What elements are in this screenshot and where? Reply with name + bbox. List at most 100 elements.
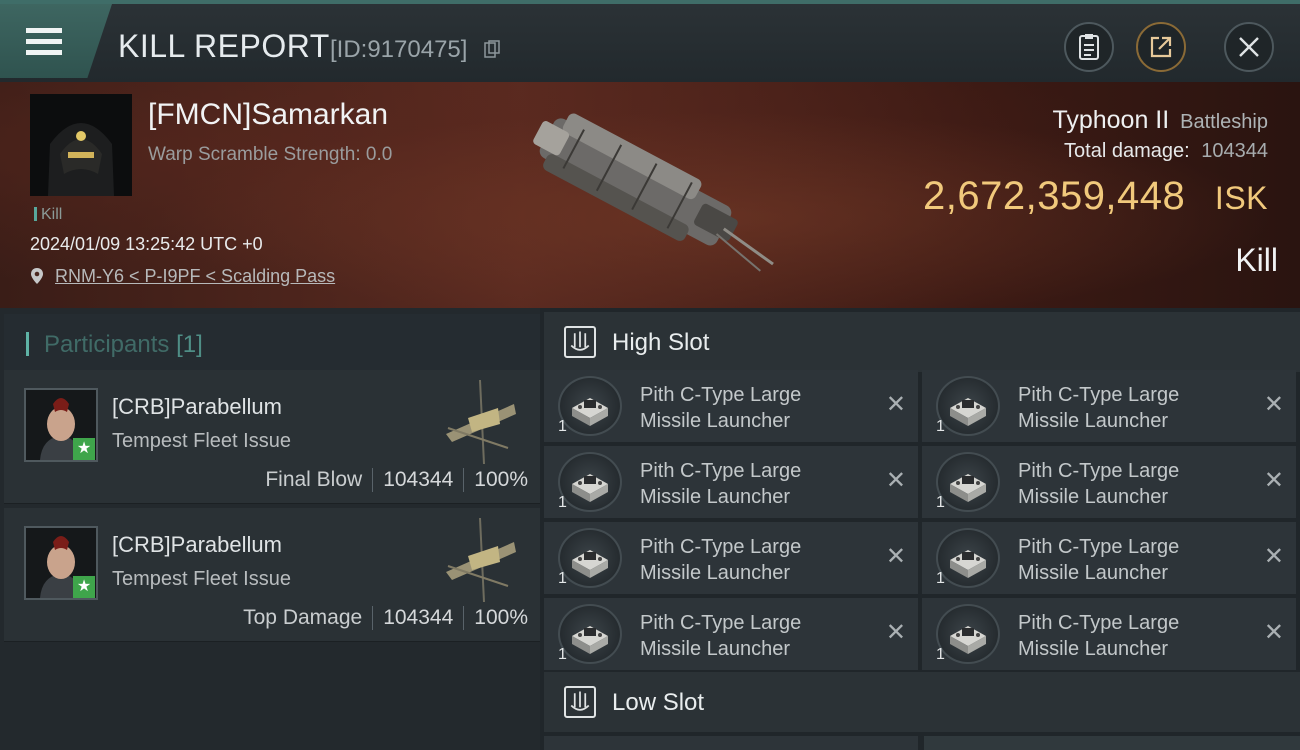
module-name-line1: Pith C-Type Large xyxy=(1018,384,1180,406)
low-slot-header: Low Slot xyxy=(544,672,1300,732)
missile-launcher-icon xyxy=(936,604,1000,664)
missile-launcher-icon xyxy=(936,452,1000,512)
participants-panel: Participants [1] ★ [CRB]Parabellum Tempe… xyxy=(0,308,540,750)
low-slot-icon xyxy=(564,686,596,718)
module-name-line2: Missile Launcher xyxy=(640,638,791,660)
module-card[interactable]: 1 Pith C-Type Large Missile Launcher ✕ xyxy=(544,522,918,594)
clipboard-button[interactable] xyxy=(1064,22,1114,72)
high-slot-title: High Slot xyxy=(612,329,710,356)
module-card[interactable]: 1 Pith C-Type Large Missile Launcher ✕ xyxy=(922,522,1296,594)
module-name: Pith C-Type Large Missile Launcher xyxy=(640,610,870,662)
victim-avatar-icon xyxy=(30,94,132,196)
top-bar: KILL REPORT [ID:9170475] xyxy=(0,0,1300,82)
module-name-line2: Missile Launcher xyxy=(1018,562,1169,584)
module-name-line1: Pith C-Type Large xyxy=(1018,612,1180,634)
module-card[interactable]: 1 Pith C-Type Large Missile Launcher ✕ xyxy=(544,370,918,442)
participants-label: Participants xyxy=(44,331,170,358)
module-name: Pith C-Type Large Missile Launcher xyxy=(1018,534,1248,586)
module-name-line2: Missile Launcher xyxy=(640,562,791,584)
total-damage-label: Total damage: xyxy=(1064,140,1190,162)
module-quantity: 1 xyxy=(558,418,567,435)
isk-amount: 2,672,359,448 xyxy=(922,174,1186,218)
module-name-line1: Pith C-Type Large xyxy=(1018,536,1180,558)
participant-name[interactable]: [CRB]Parabellum xyxy=(112,394,282,420)
share-button[interactable] xyxy=(1136,22,1186,72)
x-icon: ✕ xyxy=(1263,467,1284,494)
fitting-panel: High Slot 1 Pith C-Type Large Missile Laun… xyxy=(540,308,1300,750)
module-card[interactable]: 1 Pith C-Type Large Missile Launcher ✕ xyxy=(922,370,1296,442)
hamburger-menu-icon xyxy=(26,28,62,56)
participants-count: [1] xyxy=(176,331,203,358)
module-name-line1: Pith C-Type Large xyxy=(1018,460,1180,482)
kill-result: Kill xyxy=(1235,242,1278,278)
low-slot-module-partial xyxy=(544,736,918,750)
module-name-line2: Missile Launcher xyxy=(1018,638,1169,660)
star-badge-icon: ★ xyxy=(73,438,95,460)
module-name-line1: Pith C-Type Large xyxy=(640,384,802,406)
x-icon: ✕ xyxy=(885,467,906,494)
module-quantity: 1 xyxy=(936,418,945,435)
module-name-line1: Pith C-Type Large xyxy=(640,612,802,634)
victim-panel: [FMCN]Samarkan Warp Scramble Strength: 0… xyxy=(0,82,1300,308)
total-damage-value: 104344 xyxy=(1201,140,1268,162)
missile-launcher-icon xyxy=(558,452,622,512)
x-icon: ✕ xyxy=(885,619,906,646)
missile-launcher-icon xyxy=(558,528,622,588)
ship-name: Typhoon II xyxy=(1052,106,1170,134)
module-card[interactable]: 1 Pith C-Type Large Missile Launcher ✕ xyxy=(922,598,1296,670)
participant-stats: Top Damage 104344 100% xyxy=(243,606,528,630)
menu-button[interactable] xyxy=(0,4,112,78)
module-card[interactable]: 1 Pith C-Type Large Missile Launcher ✕ xyxy=(922,446,1296,518)
participant-row[interactable]: ★ [CRB]Parabellum Tempest Fleet Issue Fi… xyxy=(4,370,540,504)
participant-ship-image xyxy=(446,517,516,603)
module-name: Pith C-Type Large Missile Launcher xyxy=(640,382,870,434)
module-name: Pith C-Type Large Missile Launcher xyxy=(640,458,870,510)
participant-ship: Tempest Fleet Issue xyxy=(112,430,291,452)
total-damage: Total damage: 104344 xyxy=(1064,140,1268,163)
location-pin-icon xyxy=(31,268,43,284)
close-icon xyxy=(1239,37,1259,57)
module-name: Pith C-Type Large Missile Launcher xyxy=(640,534,870,586)
clipboard-icon xyxy=(1079,34,1099,60)
module-quantity: 1 xyxy=(558,494,567,511)
close-button[interactable] xyxy=(1224,22,1274,72)
kill-tag: Kill xyxy=(34,206,62,224)
module-card[interactable]: 1 Pith C-Type Large Missile Launcher ✕ xyxy=(544,446,918,518)
module-quantity: 1 xyxy=(936,646,945,663)
isk-unit: ISK xyxy=(1214,180,1268,216)
module-name-line2: Missile Launcher xyxy=(1018,486,1169,508)
participants-header: Participants [1] xyxy=(4,314,540,374)
module-name-line2: Missile Launcher xyxy=(640,410,791,432)
participant-percent: 100% xyxy=(474,606,528,629)
victim-name[interactable]: [FMCN]Samarkan xyxy=(148,98,388,132)
module-quantity: 1 xyxy=(936,570,945,587)
participant-name[interactable]: [CRB]Parabellum xyxy=(112,532,282,558)
participant-ship-image xyxy=(446,379,516,465)
participant-percent: 100% xyxy=(474,468,528,491)
module-card[interactable]: 1 Pith C-Type Large Missile Launcher ✕ xyxy=(544,598,918,670)
report-id: [ID:9170475] xyxy=(330,36,468,63)
low-slot-module-partial xyxy=(924,736,1300,750)
participant-row[interactable]: ★ [CRB]Parabellum Tempest Fleet Issue To… xyxy=(4,508,540,642)
module-quantity: 1 xyxy=(558,570,567,587)
participant-ship: Tempest Fleet Issue xyxy=(112,568,291,590)
victim-ship[interactable]: Typhoon II Battleship xyxy=(1052,106,1268,135)
copy-icon[interactable] xyxy=(484,40,500,58)
module-name: Pith C-Type Large Missile Launcher xyxy=(1018,458,1248,510)
victim-ship-image xyxy=(533,113,774,272)
missile-launcher-icon xyxy=(936,528,1000,588)
participant-damage: 104344 xyxy=(383,468,454,491)
x-icon: ✕ xyxy=(1263,619,1284,646)
x-icon: ✕ xyxy=(885,543,906,570)
kill-location[interactable]: RNM-Y6 < P-I9PF < Scalding Pass xyxy=(30,266,335,287)
location-link[interactable]: RNM-Y6 < P-I9PF < Scalding Pass xyxy=(55,266,335,286)
missile-launcher-icon xyxy=(936,376,1000,436)
missile-launcher-icon xyxy=(558,604,622,664)
isk-value: 2,672,359,448 ISK xyxy=(923,174,1268,219)
module-quantity: 1 xyxy=(558,646,567,663)
module-name: Pith C-Type Large Missile Launcher xyxy=(1018,382,1248,434)
high-slot-header: High Slot xyxy=(544,312,1300,372)
module-quantity: 1 xyxy=(936,494,945,511)
module-name-line1: Pith C-Type Large xyxy=(640,460,802,482)
victim-portrait[interactable] xyxy=(30,94,132,196)
